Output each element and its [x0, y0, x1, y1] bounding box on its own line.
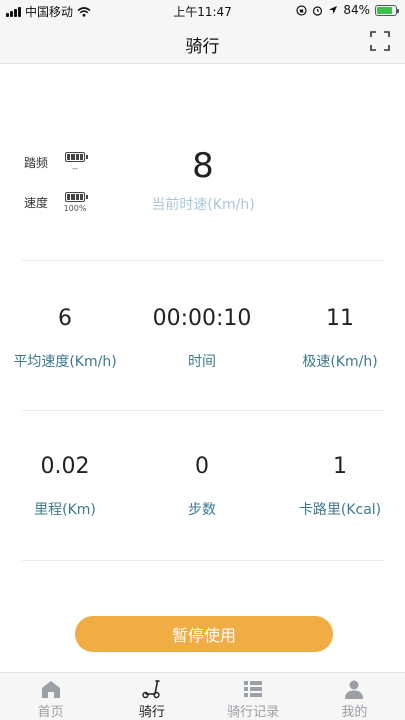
- nav-bar: 骑行: [0, 20, 405, 64]
- avg-speed-value: 6: [58, 306, 72, 331]
- max-speed-label: 极速(Km/h): [302, 354, 378, 370]
- status-right: 84%: [296, 3, 399, 17]
- tab-ride-label: 骑行: [138, 705, 165, 720]
- list-icon: [244, 681, 263, 697]
- steps-value: 0: [195, 454, 209, 479]
- person-icon: [345, 680, 364, 699]
- max-speed-stat: 11 极速(Km/h): [275, 306, 405, 371]
- tab-me[interactable]: 我的: [304, 673, 405, 720]
- distance-value: 0.02: [40, 454, 90, 479]
- tab-ride-records[interactable]: 骑行记录: [203, 673, 304, 720]
- tab-ride[interactable]: 骑行: [101, 673, 202, 720]
- time-stat: 00:00:10 时间: [137, 306, 267, 371]
- time-value: 00:00:10: [152, 306, 252, 331]
- cadence-value: --: [72, 164, 78, 173]
- battery-icon: [375, 4, 399, 16]
- tab-ride-records-label: 骑行记录: [227, 705, 280, 720]
- tab-bar: 首页 骑行 骑行记录 我的: [0, 672, 405, 720]
- max-speed-value: 11: [326, 306, 354, 331]
- pause-button[interactable]: 暂停使用: [75, 616, 333, 652]
- divider: [22, 560, 384, 561]
- page-title: 骑行: [185, 37, 220, 57]
- calories-label: 卡路里(Kcal): [298, 502, 382, 518]
- home-icon: [41, 681, 60, 698]
- cadence-battery-icon: [65, 152, 88, 162]
- cadence-label: 踏频: [24, 156, 49, 170]
- fullscreen-icon[interactable]: [369, 30, 391, 52]
- avg-speed-label: 平均速度(Km/h): [13, 354, 117, 370]
- location-icon: [329, 6, 338, 14]
- divider: [22, 410, 384, 411]
- tab-home[interactable]: 首页: [0, 673, 101, 720]
- current-speed-label: 当前时速(Km/h): [151, 197, 255, 213]
- battery-percent: 84%: [343, 3, 370, 17]
- cadence-indicator: 踏频 --: [24, 152, 88, 192]
- tab-home-label: 首页: [37, 705, 64, 720]
- divider: [22, 260, 384, 261]
- speed-battery-icon: [65, 192, 88, 202]
- scooter-icon: [142, 680, 160, 699]
- orientation-lock-icon: [296, 4, 307, 16]
- calories-stat: 1 卡路里(Kcal): [275, 454, 405, 519]
- calories-value: 1: [333, 454, 347, 479]
- steps-stat: 0 步数: [137, 454, 267, 519]
- distance-stat: 0.02 里程(Km): [0, 454, 130, 519]
- speed-sensor-value: 100%: [63, 204, 87, 213]
- steps-label: 步数: [188, 502, 216, 518]
- speed-indicator: 速度 100%: [24, 192, 88, 232]
- alarm-icon: [313, 5, 323, 16]
- avg-speed-stat: 6 平均速度(Km/h): [0, 306, 130, 371]
- distance-label: 里程(Km): [34, 502, 96, 518]
- time-label: 时间: [188, 354, 216, 370]
- current-speed: 8 当前时速(Km/h): [143, 146, 263, 214]
- device-indicators: 踏频 -- 速度 100%: [24, 152, 88, 232]
- current-speed-value: 8: [192, 146, 214, 186]
- status-bar: 中国移动 上午11:47 84%: [0, 0, 405, 20]
- tab-me-label: 我的: [341, 705, 368, 720]
- speed-sensor-label: 速度: [24, 196, 49, 210]
- battery-level: [377, 6, 393, 14]
